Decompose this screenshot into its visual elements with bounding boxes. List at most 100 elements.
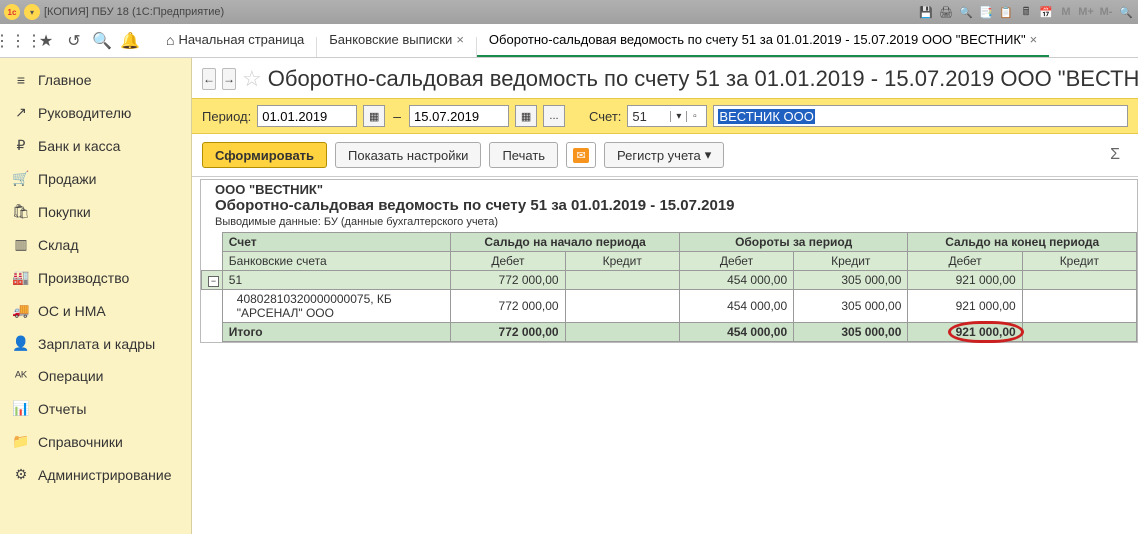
sidebar-item-bank[interactable]: ₽Банк и касса (0, 129, 191, 162)
sidebar-item-warehouse[interactable]: ▥ Склад (0, 228, 191, 261)
sidebar-item-label: Главное (38, 72, 92, 88)
sidebar-item-production[interactable]: 🏭Производство (0, 261, 191, 294)
chevron-down-icon: ▾ (705, 147, 712, 163)
m-minus-icon[interactable]: M- (1098, 4, 1114, 20)
m-plus-icon[interactable]: M+ (1078, 4, 1094, 20)
m-icon[interactable]: M (1058, 4, 1074, 20)
favorite-icon[interactable]: ★ (32, 27, 60, 55)
period-picker-button[interactable]: ... (543, 105, 565, 127)
sidebar-item-label: Продажи (38, 171, 96, 187)
calendar-to-icon[interactable]: ▦ (515, 105, 537, 127)
tab-bank-statements[interactable]: Банковские выписки × (317, 24, 476, 57)
col-debit: Дебет (451, 252, 565, 271)
content-area: ← → ☆ Оборотно-сальдовая ведомость по сч… (192, 58, 1138, 534)
preview-icon[interactable]: 🔍 (958, 4, 974, 20)
tab-bank-label: Банковские выписки (329, 32, 452, 47)
calendar-from-icon[interactable]: ▦ (363, 105, 385, 127)
gear-icon: ⚙ (12, 466, 30, 483)
ruble-icon: ₽ (12, 137, 30, 154)
cell-total-label: Итого (222, 323, 451, 342)
sum-button[interactable]: Σ (1102, 146, 1128, 164)
cell-value: 454 000,00 (679, 323, 793, 342)
truck-icon: 🚚 (12, 302, 30, 319)
filter-bar: Период: ▦ – ▦ ... Счет: 51▾▫ ВЕСТНИК ООО (192, 98, 1138, 134)
sidebar-item-directories[interactable]: 📁Справочники (0, 425, 191, 458)
sidebar-item-label: Склад (38, 237, 79, 253)
folder-icon: 📁 (12, 433, 30, 450)
sidebar-item-manager[interactable]: ↗Руководителю (0, 96, 191, 129)
sidebar-item-sales[interactable]: 🛒Продажи (0, 162, 191, 195)
forward-button[interactable]: → (222, 68, 236, 90)
app-dropdown-icon[interactable]: ▾ (24, 4, 40, 20)
account-input[interactable]: 51 ▾▫ (627, 105, 707, 127)
search-icon[interactable]: 🔍 (88, 27, 116, 55)
print-icon[interactable]: 🖨 (938, 4, 954, 20)
show-settings-button[interactable]: Показать настройки (335, 142, 481, 168)
col-bank: Банковские счета (222, 252, 451, 271)
sidebar-item-purchases[interactable]: 🛍Покупки (0, 195, 191, 228)
back-button[interactable]: ← (202, 68, 216, 90)
sidebar-item-salary[interactable]: 👤Зарплата и кадры (0, 327, 191, 360)
sidebar-item-label: Производство (38, 270, 129, 286)
close-icon[interactable]: × (1030, 32, 1038, 47)
compare-icon[interactable]: 📑 (978, 4, 994, 20)
envelope-icon: ✉ (573, 148, 588, 163)
sidebar: ≡ Главное ↗Руководителю ₽Банк и касса 🛒Пр… (0, 58, 192, 534)
col-debit: Дебет (908, 252, 1022, 271)
sidebar-item-label: Отчеты (38, 401, 86, 417)
account-label: Счет: (589, 109, 621, 124)
sidebar-item-main[interactable]: ≡ Главное (0, 64, 191, 96)
zoom-icon[interactable]: 🔍 (1118, 4, 1134, 20)
bell-icon[interactable]: 🔔 (116, 27, 144, 55)
bars-icon: 📊 (12, 400, 30, 417)
cell-value (1022, 271, 1136, 290)
sidebar-item-label: ОС и НМА (38, 303, 106, 319)
account-value: 51 (632, 109, 646, 124)
sidebar-item-operations[interactable]: ᴬᴷОперации (0, 360, 191, 392)
register-button[interactable]: Регистр учета ▾ (604, 142, 724, 168)
report-area: ООО "ВЕСТНИК" Оборотно-сальдовая ведомос… (192, 177, 1138, 534)
email-button[interactable]: ✉ (566, 142, 596, 168)
grid-icon: ▥ (12, 236, 30, 253)
apps-icon[interactable]: ⋮⋮⋮ (4, 27, 32, 55)
tab-home[interactable]: ⌂Начальная страница (154, 24, 316, 57)
col-turn: Обороты за период (679, 233, 908, 252)
page-title: Оборотно-сальдовая ведомость по счету 51… (268, 66, 1138, 92)
cell-value (565, 323, 679, 342)
sidebar-item-reports[interactable]: 📊 Отчеты (0, 392, 191, 425)
account-open-icon[interactable]: ▫ (686, 111, 702, 122)
cell-account: 40802810320000000075, КБ "АРСЕНАЛ" ООО (222, 290, 451, 323)
sidebar-item-label: Зарплата и кадры (38, 336, 155, 352)
account-dropdown-icon[interactable]: ▾ (670, 111, 686, 122)
form-button[interactable]: Сформировать (202, 142, 327, 168)
print-button[interactable]: Печать (489, 142, 558, 168)
report-org: ООО "ВЕСТНИК" (201, 180, 1137, 197)
save-icon[interactable]: 💾 (918, 4, 934, 20)
table-row[interactable]: − 51 772 000,00 454 000,00 305 000,00 92… (202, 271, 1137, 290)
close-icon[interactable]: × (456, 32, 464, 47)
sidebar-item-label: Покупки (38, 204, 91, 220)
table-row[interactable]: 40802810320000000075, КБ "АРСЕНАЛ" ООО 7… (202, 290, 1137, 323)
cell-value: 454 000,00 (679, 290, 793, 323)
report-table: Счет Сальдо на начало периода Обороты за… (201, 232, 1137, 342)
sidebar-item-admin[interactable]: ⚙Администрирование (0, 458, 191, 491)
organization-input[interactable]: ВЕСТНИК ООО (713, 105, 1128, 127)
col-open: Сальдо на начало периода (451, 233, 680, 252)
menu-icon: ≡ (12, 72, 30, 88)
copy-icon[interactable]: 📋 (998, 4, 1014, 20)
collapse-icon[interactable]: − (208, 276, 219, 287)
sidebar-item-assets[interactable]: 🚚 ОС и НМА (0, 294, 191, 327)
calc-icon[interactable]: 🖩 (1018, 4, 1034, 20)
tab-turnover-report[interactable]: Оборотно-сальдовая ведомость по счету 51… (477, 24, 1049, 57)
date-from-input[interactable] (257, 105, 357, 127)
date-to-input[interactable] (409, 105, 509, 127)
col-debit: Дебет (679, 252, 793, 271)
history-icon[interactable]: ↺ (60, 27, 88, 55)
cell-value: 772 000,00 (451, 323, 565, 342)
calendar-icon[interactable]: 📅 (1038, 4, 1054, 20)
col-credit: Кредит (1022, 252, 1136, 271)
cell-value: 921 000,00 (908, 290, 1022, 323)
favorite-star-icon[interactable]: ☆ (242, 66, 262, 92)
col-close: Сальдо на конец периода (908, 233, 1137, 252)
period-label: Период: (202, 109, 251, 124)
